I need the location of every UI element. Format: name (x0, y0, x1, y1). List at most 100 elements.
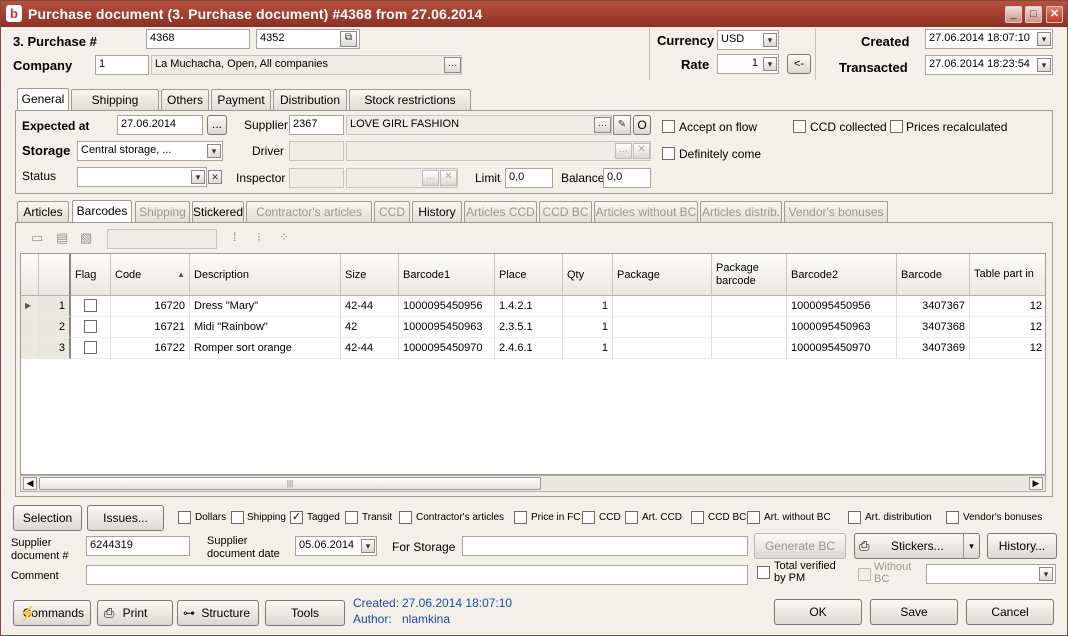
supplier-browse-button[interactable]: … (594, 117, 611, 133)
chevron-down-icon[interactable]: ▾ (1039, 567, 1053, 581)
chevron-down-icon[interactable]: ▾ (361, 539, 375, 553)
issues-button[interactable]: Issues... (87, 505, 164, 531)
supplier-o-button[interactable]: O (633, 115, 651, 135)
inspector-browse-button[interactable]: … (422, 170, 439, 186)
row-place[interactable]: 2.4.6.1 (495, 338, 563, 359)
row-barcode2[interactable]: 1000095450963 (787, 317, 897, 338)
horizontal-scrollbar[interactable]: ◀ ||| ▶ (20, 475, 1046, 492)
row-flag-cell[interactable] (71, 317, 111, 338)
column-header-barcode[interactable]: Barcode (897, 254, 970, 296)
row-barcode1[interactable]: 1000095450970 (399, 338, 495, 359)
invert-tags-icon[interactable]: ⁘ (279, 230, 289, 244)
definitely-come-checkbox[interactable] (662, 147, 675, 160)
row-table-part[interactable]: 12 (970, 338, 1045, 359)
comment-field[interactable] (86, 565, 748, 585)
clear-icon[interactable]: ✕ (633, 143, 650, 159)
balance-field[interactable]: 0,0 (603, 168, 651, 188)
tab-general[interactable]: General (17, 88, 69, 111)
row-barcode[interactable]: 3407367 (897, 296, 970, 317)
driver-name-field[interactable] (346, 141, 651, 161)
chevron-down-icon[interactable]: ▾ (963, 534, 979, 558)
chevron-down-icon[interactable]: ▾ (1037, 58, 1051, 72)
row-code[interactable]: 16720 (111, 296, 190, 317)
accept-on-flow-checkbox[interactable] (662, 120, 675, 133)
supplier-document-field[interactable]: 6244319 (86, 536, 190, 556)
row-size[interactable]: 42-44 (341, 338, 399, 359)
row-package-barcode[interactable] (712, 317, 787, 338)
tab-articles-ccd[interactable]: Articles CCD (464, 201, 537, 222)
tab-barcodes[interactable]: Barcodes (72, 200, 132, 223)
column-header-qty[interactable]: Qty (563, 254, 613, 296)
art-ccd-checkbox[interactable] (625, 511, 638, 524)
row-code[interactable]: 16722 (111, 338, 190, 359)
row-package-barcode[interactable] (712, 296, 787, 317)
untag-icon[interactable]: ⁝ (257, 230, 261, 244)
row-code[interactable]: 16721 (111, 317, 190, 338)
contractors-articles-checkbox[interactable] (399, 511, 412, 524)
tab-ccd[interactable]: CCD (374, 201, 410, 222)
chevron-down-icon[interactable]: ▾ (191, 170, 205, 184)
purchase-number-field[interactable]: 4368 (146, 29, 250, 49)
delete-record-icon[interactable]: ▧ (80, 230, 92, 246)
row-table-part[interactable]: 12 (970, 296, 1045, 317)
close-icon[interactable]: ✕ (1046, 6, 1063, 23)
limit-field[interactable]: 0,0 (505, 168, 553, 188)
tab-ccd-bc[interactable]: CCD BC (539, 201, 592, 222)
tab-vendors-bonuses[interactable]: Vendor's bonuses (784, 201, 888, 222)
scroll-left-icon[interactable]: ◀ (23, 477, 37, 490)
row-description[interactable]: Romper sort orange (190, 338, 341, 359)
tools-button[interactable]: Tools (265, 600, 345, 626)
column-header-barcode1[interactable]: Barcode1 (399, 254, 495, 296)
art-without-bc-checkbox[interactable] (747, 511, 760, 524)
tab-shipping-sub[interactable]: Shipping (135, 201, 190, 222)
structure-button[interactable]: ⊶ Structure (177, 600, 259, 626)
status-select[interactable] (77, 167, 207, 187)
minimize-icon[interactable]: _ (1005, 6, 1022, 23)
tab-history[interactable]: History (412, 201, 462, 222)
tab-payment[interactable]: Payment (211, 89, 271, 110)
commands-button[interactable]: ⚡ Commands (13, 600, 91, 626)
column-header-flag[interactable]: Flag (71, 254, 111, 296)
chevron-down-icon[interactable]: ▾ (763, 33, 777, 47)
ccd-checkbox[interactable] (582, 511, 595, 524)
tab-articles-without-bc[interactable]: Articles without BC (594, 201, 698, 222)
art-distribution-checkbox[interactable] (848, 511, 861, 524)
row-flag-checkbox[interactable] (84, 341, 97, 354)
column-header-table-part-in[interactable]: Table part in (970, 254, 1045, 296)
inspector-id-field[interactable] (289, 168, 344, 188)
driver-id-field[interactable] (289, 141, 344, 161)
storage-select[interactable]: Central storage, ... (77, 141, 223, 161)
row-barcode[interactable]: 3407369 (897, 338, 970, 359)
clear-icon[interactable]: ✕ (208, 170, 222, 184)
column-header-package-barcode[interactable]: Package barcode (712, 254, 787, 296)
tab-articles-distrib[interactable]: Articles distrib. (700, 201, 782, 222)
row-package[interactable] (613, 338, 712, 359)
company-name-field[interactable]: La Muchacha, Open, All companies (151, 55, 462, 75)
expected-at-picker-button[interactable]: ... (207, 115, 227, 135)
total-verified-checkbox[interactable] (757, 566, 770, 579)
driver-browse-button[interactable]: … (615, 143, 632, 159)
ccd-collected-checkbox[interactable] (793, 120, 806, 133)
row-barcode1[interactable]: 1000095450956 (399, 296, 495, 317)
row-description[interactable]: Midi "Rainbow" (190, 317, 341, 338)
company-id-field[interactable]: 1 (95, 55, 149, 75)
column-header-size[interactable]: Size (341, 254, 399, 296)
column-header-place[interactable]: Place (495, 254, 563, 296)
grid-search-field[interactable] (107, 229, 217, 249)
row-package-barcode[interactable] (712, 338, 787, 359)
new-icon[interactable]: ▭ (31, 230, 43, 246)
prices-recalculated-checkbox[interactable] (890, 120, 903, 133)
copy-icon[interactable]: ⧉ (340, 31, 357, 47)
shipping-checkbox[interactable] (231, 511, 244, 524)
scroll-right-icon[interactable]: ▶ (1029, 477, 1043, 490)
column-header-code[interactable]: Code ▲ (111, 254, 190, 296)
tab-articles[interactable]: Articles (17, 201, 69, 222)
chevron-down-icon[interactable]: ▾ (207, 144, 221, 158)
expected-at-field[interactable]: 27.06.2014 (117, 115, 203, 135)
maximize-icon[interactable]: □ (1025, 6, 1042, 23)
row-qty[interactable]: 1 (563, 317, 613, 338)
created-date-field[interactable]: 27.06.2014 18:07:10 (925, 29, 1053, 49)
tagged-checkbox[interactable]: ✓ (290, 511, 303, 524)
row-flag-checkbox[interactable] (84, 299, 97, 312)
dollars-checkbox[interactable] (178, 511, 191, 524)
